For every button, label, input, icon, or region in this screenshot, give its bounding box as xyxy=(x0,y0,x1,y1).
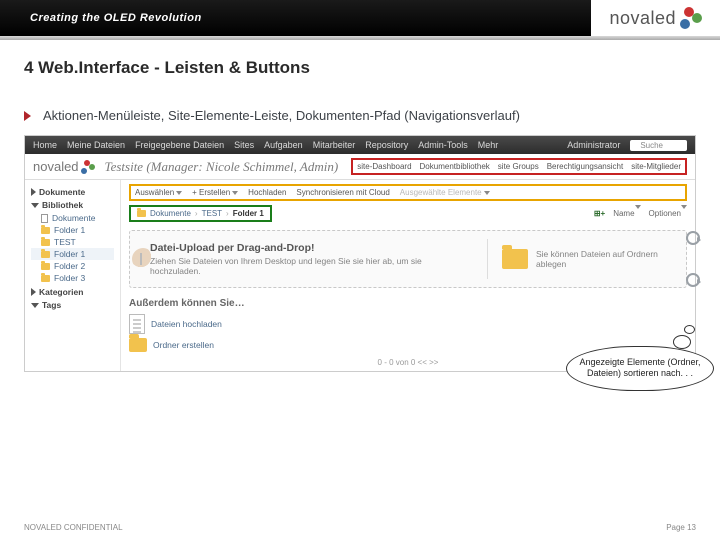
site-tab-dashboard[interactable]: site-Dashboard xyxy=(357,162,411,171)
site-logo: novaled xyxy=(33,159,95,174)
nav-user[interactable]: Administrator xyxy=(567,140,620,150)
global-search-input[interactable]: Suche xyxy=(630,140,687,151)
also-title: Außerdem können Sie… xyxy=(129,298,687,309)
dropzone-subtitle: Ziehen Sie Dateien von Ihrem Desktop und… xyxy=(150,256,473,276)
nav-my-files[interactable]: Meine Dateien xyxy=(67,140,125,150)
banner-tagline: Creating the OLED Revolution xyxy=(30,12,202,24)
folder-icon xyxy=(41,275,50,282)
site-logo-text: novaled xyxy=(33,159,79,174)
folder-icon xyxy=(41,251,50,258)
sidebar-item-folder1b[interactable]: Folder 1 xyxy=(31,248,114,260)
action-upload[interactable]: Hochladen xyxy=(248,188,286,197)
drag-drop-zone[interactable]: Datei-Upload per Drag-and-Drop! Ziehen S… xyxy=(129,230,687,288)
main-panel: Auswählen + Erstellen Hochladen Synchron… xyxy=(121,180,695,371)
folder-icon xyxy=(41,227,50,234)
document-icon xyxy=(129,314,145,334)
dropzone-title: Datei-Upload per Drag-and-Drop! xyxy=(150,242,473,254)
site-logo-icon xyxy=(81,160,95,174)
site-header: novaled Testsite (Manager: Nicole Schimm… xyxy=(25,154,695,180)
brand-text: novaled xyxy=(609,8,676,29)
site-tab-members[interactable]: site-Mitglieder xyxy=(631,162,681,171)
folder-icon xyxy=(137,210,146,217)
options-button[interactable]: Optionen xyxy=(649,209,687,218)
sidebar-item-test[interactable]: TEST xyxy=(31,236,114,248)
site-nav-highlight: site-Dashboard Dokumentbibliothek site G… xyxy=(351,158,687,175)
add-icon[interactable]: ⊞+ xyxy=(594,209,605,218)
folder-icon xyxy=(129,338,147,352)
site-tab-doclib[interactable]: Dokumentbibliothek xyxy=(420,162,490,171)
site-name: Testsite (Manager: Nicole Schimmel, Admi… xyxy=(105,159,339,175)
chevron-down-icon xyxy=(176,191,182,195)
sidebar-section-docs[interactable]: Dokumente xyxy=(31,187,114,197)
view-options: ⊞+ Name Optionen xyxy=(594,209,687,218)
chevron-down-icon xyxy=(635,205,641,218)
chevron-down-icon xyxy=(681,205,687,218)
refresh-arrow-icon xyxy=(686,231,700,245)
sidebar-section-tags[interactable]: Tags xyxy=(31,300,114,310)
slide-footer: NOVALED CONFIDENTIAL Page 13 xyxy=(24,523,696,532)
divider xyxy=(487,239,488,279)
dropzone-folder-hint: Sie können Dateien auf Ordnern ablegen xyxy=(536,249,676,269)
nav-repo[interactable]: Repository xyxy=(365,140,408,150)
sidebar: Dokumente Bibliothek Dokumente Folder 1 … xyxy=(25,180,121,371)
app-global-nav: Home Meine Dateien Freigegebene Dateien … xyxy=(25,136,695,154)
action-selected-items: Ausgewählte Elemente xyxy=(400,188,490,197)
chevron-down-icon xyxy=(232,191,238,195)
action-select[interactable]: Auswählen xyxy=(135,188,182,197)
crumb-root[interactable]: Dokumente xyxy=(150,209,191,218)
nav-people[interactable]: Mitarbeiter xyxy=(313,140,356,150)
action-sync[interactable]: Synchronisieren mit Cloud xyxy=(296,188,389,197)
folder-icon xyxy=(502,249,528,269)
sidebar-item-folder1a[interactable]: Folder 1 xyxy=(31,224,114,236)
callout-cloud: Angezeigte Elemente (Ordner, Dateien) so… xyxy=(566,346,714,391)
action-toolbar-highlight: Auswählen + Erstellen Hochladen Synchron… xyxy=(129,184,687,201)
breadcrumb-highlight: Dokumente› TEST› Folder 1 xyxy=(129,205,272,222)
sidebar-section-library[interactable]: Bibliothek xyxy=(31,200,114,210)
nav-admin[interactable]: Admin-Tools xyxy=(418,140,468,150)
slide-top-banner: Creating the OLED Revolution novaled xyxy=(0,0,720,36)
bullet-text: Aktionen-Menüleiste, Site-Elemente-Leist… xyxy=(43,108,520,123)
crumb-test[interactable]: TEST xyxy=(202,209,222,218)
sort-button[interactable]: Name xyxy=(613,209,640,218)
document-icon xyxy=(140,253,142,265)
nav-more[interactable]: Mehr xyxy=(478,140,499,150)
footer-page-number: Page 13 xyxy=(666,523,696,532)
embedded-app-screenshot: Home Meine Dateien Freigegebene Dateien … xyxy=(24,135,696,372)
bullet-row: Aktionen-Menüleiste, Site-Elemente-Leist… xyxy=(24,108,696,123)
sidebar-item-folder3[interactable]: Folder 3 xyxy=(31,272,114,284)
refresh-arrow-icon xyxy=(686,273,700,287)
also-upload[interactable]: Dateien hochladen xyxy=(129,314,687,334)
footer-confidential: NOVALED CONFIDENTIAL xyxy=(24,523,123,532)
sidebar-section-categories[interactable]: Kategorien xyxy=(31,287,114,297)
site-tab-groups[interactable]: site Groups xyxy=(498,162,539,171)
nav-shared[interactable]: Freigegebene Dateien xyxy=(135,140,224,150)
hand-icon xyxy=(132,248,154,270)
folder-icon xyxy=(41,239,50,246)
crumb-current: Folder 1 xyxy=(233,209,264,218)
document-icon xyxy=(41,214,48,223)
brand-logo: novaled xyxy=(591,0,720,36)
brand-dots-icon xyxy=(680,7,702,29)
nav-sites[interactable]: Sites xyxy=(234,140,254,150)
action-create[interactable]: + Erstellen xyxy=(192,188,238,197)
callout-text: Angezeigte Elemente (Ordner, Dateien) so… xyxy=(579,357,700,378)
slide-title: 4 Web.Interface - Leisten & Buttons xyxy=(24,58,696,78)
site-tab-perms[interactable]: Berechtigungsansicht xyxy=(547,162,624,171)
nav-home[interactable]: Home xyxy=(33,140,57,150)
folder-icon xyxy=(41,263,50,270)
sidebar-item-folder2[interactable]: Folder 2 xyxy=(31,260,114,272)
nav-tasks[interactable]: Aufgaben xyxy=(264,140,303,150)
chevron-right-icon xyxy=(24,111,31,121)
sidebar-item-documents[interactable]: Dokumente xyxy=(31,212,114,224)
